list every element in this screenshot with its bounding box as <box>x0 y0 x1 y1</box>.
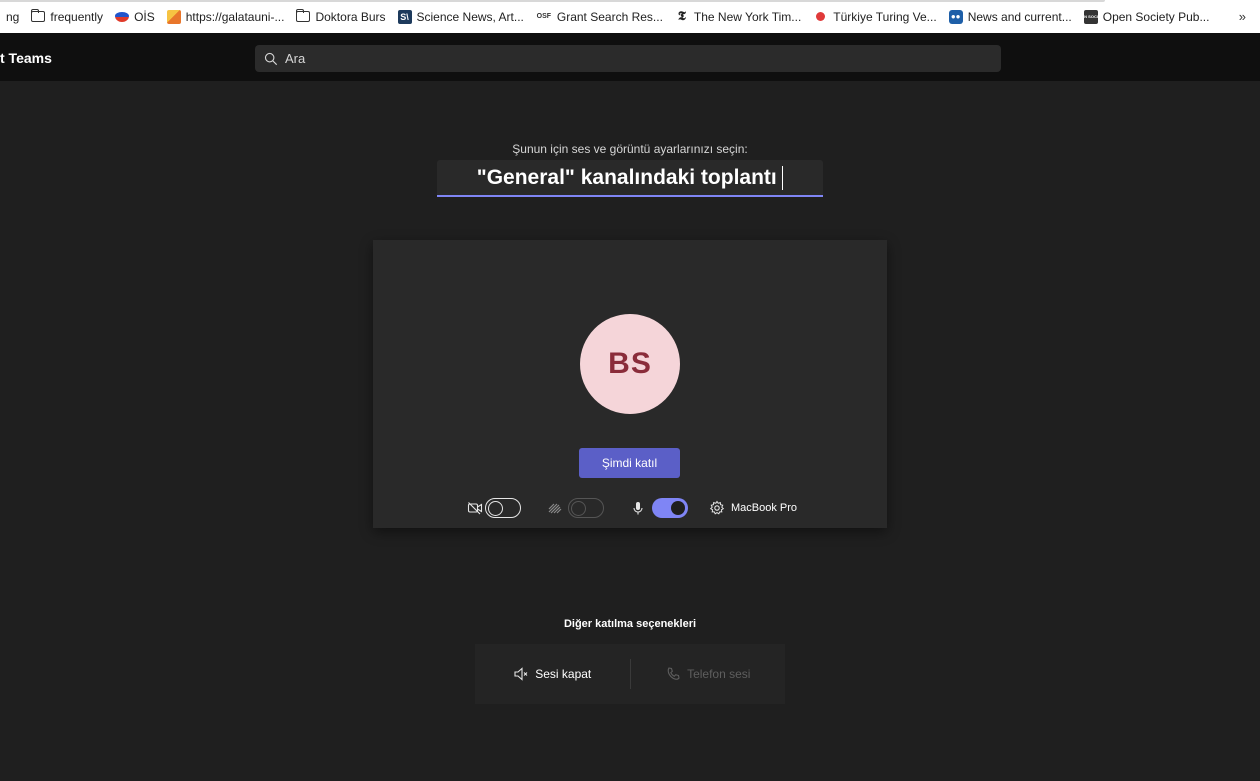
bookmark-ng[interactable]: ng <box>6 7 19 27</box>
other-join-options-title: Diğer katılma seçenekleri <box>563 618 697 630</box>
search-icon <box>264 52 278 65</box>
sciencenews-icon: S\ <box>397 9 412 24</box>
bookmark-news[interactable]: ●● News and current... <box>948 7 1072 27</box>
prejoin-subtitle: Şunun için ses ve görüntü ayarlarınızı s… <box>512 142 748 156</box>
microphone-toggle[interactable] <box>652 498 688 518</box>
background-effects-icon <box>548 503 562 514</box>
avatar-initials: BS <box>608 347 652 380</box>
nyt-icon: 𝕿 <box>677 9 686 24</box>
bookmarks-bar: ng frequently OİS https://galatauni-... … <box>0 0 1260 33</box>
device-label: MacBook Pro <box>731 502 798 514</box>
search-placeholder: Ara <box>285 51 306 66</box>
bookmark-doktora-burs[interactable]: Doktora Burs <box>296 7 386 27</box>
teams-top-bar: t Teams Ara <box>0 33 1260 81</box>
ois-icon <box>115 11 130 22</box>
galata-icon <box>166 9 181 24</box>
bookmark-ois[interactable]: OİS <box>115 7 155 27</box>
phone-audio-option[interactable]: Telefon sesi <box>631 644 786 704</box>
bookmark-frequently[interactable]: frequently <box>31 7 103 27</box>
gear-icon <box>709 500 725 515</box>
osf-icon: OSF <box>536 13 552 20</box>
avatar: BS <box>580 314 680 414</box>
other-join-options: Sesi kapat Telefon sesi <box>475 644 785 704</box>
bookmark-open-society[interactable]: OPEN SOCIETY Open Society Pub... <box>1076 7 1209 27</box>
device-settings[interactable]: MacBook Pro <box>709 498 797 518</box>
bookmarks-overflow-icon[interactable]: » <box>1239 9 1246 24</box>
mute-audio-option[interactable]: Sesi kapat <box>475 644 630 704</box>
camera-off-icon <box>467 502 483 515</box>
folder-icon <box>31 9 46 22</box>
meeting-name-text: "General" kanalındaki toplantı <box>476 165 777 189</box>
av-controls: MacBook Pro <box>463 498 803 518</box>
bookmark-grant-search[interactable]: OSF Grant Search Res... <box>536 7 663 27</box>
join-now-button[interactable]: Şimdi katıl <box>579 448 680 478</box>
bookmark-nyt[interactable]: 𝕿 The New York Tim... <box>675 7 801 27</box>
bookmark-turing[interactable]: Türkiye Turing Ve... <box>813 7 937 27</box>
search-input[interactable]: Ara <box>255 45 1001 72</box>
speaker-mute-icon <box>514 667 528 681</box>
microphone-icon <box>633 502 643 515</box>
turing-icon <box>816 12 826 21</box>
bookmark-science-news[interactable]: S\ Science News, Art... <box>397 7 524 27</box>
bookmark-galatauni[interactable]: https://galatauni-... <box>166 7 284 27</box>
phone-icon <box>667 667 680 680</box>
video-preview-panel: BS Şimdi katıl MacBook Pro <box>373 240 887 528</box>
meeting-name-field[interactable]: "General" kanalındaki toplantı <box>437 160 823 197</box>
app-title: t Teams <box>0 50 52 66</box>
text-cursor <box>781 165 784 190</box>
news-icon: ●● <box>948 9 963 24</box>
background-effects-toggle[interactable] <box>568 498 604 518</box>
folder-icon <box>296 9 311 22</box>
camera-toggle[interactable] <box>485 498 521 518</box>
open-society-icon: OPEN SOCIETY <box>1076 9 1106 24</box>
